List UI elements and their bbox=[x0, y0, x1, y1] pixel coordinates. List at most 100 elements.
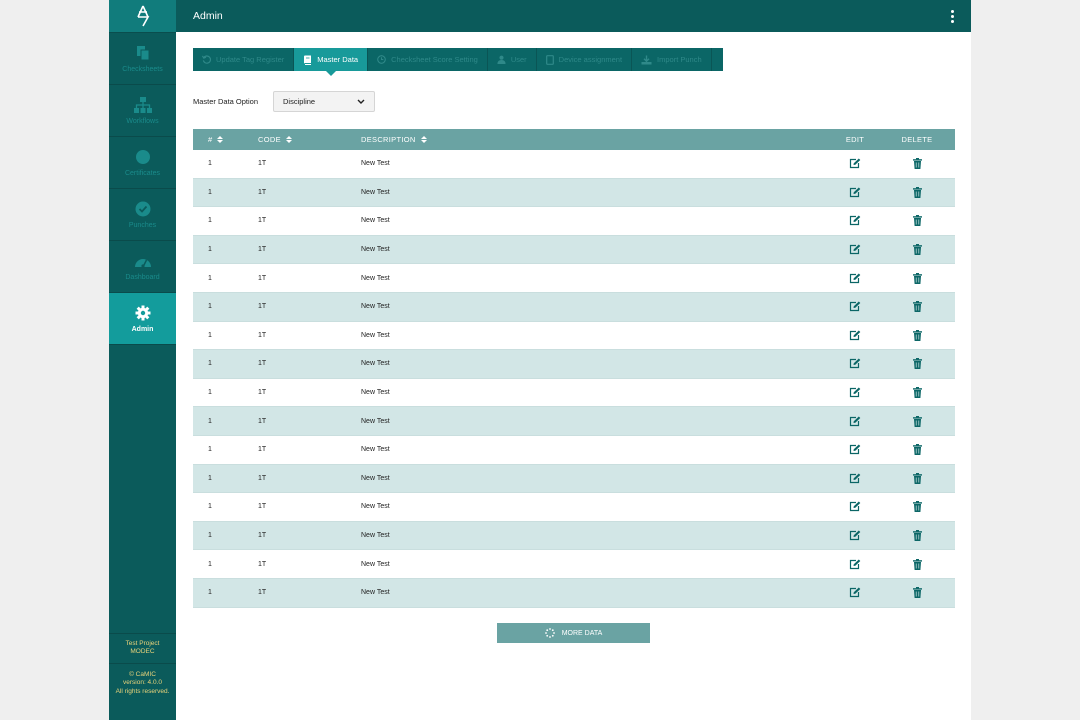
edit-icon[interactable] bbox=[831, 587, 879, 598]
sort-icon bbox=[420, 136, 427, 143]
table-header: # CODE DESCRIPTION EDIT DELETE bbox=[193, 129, 955, 150]
sidebar-item-label: Admin bbox=[131, 326, 154, 333]
trash-icon[interactable] bbox=[879, 444, 955, 456]
edit-icon[interactable] bbox=[831, 301, 879, 312]
master-data-option-select[interactable]: Discipline bbox=[273, 91, 375, 112]
trash-icon[interactable] bbox=[879, 558, 955, 570]
tab-update-tag-register[interactable]: Update Tag Register bbox=[193, 48, 295, 71]
column-header-delete: DELETE bbox=[901, 135, 933, 144]
trash-icon[interactable] bbox=[879, 158, 955, 170]
table-row: 1 1T New Test bbox=[193, 578, 955, 608]
table-row: 1 1T New Test bbox=[193, 292, 955, 322]
top-header: Admin bbox=[176, 0, 971, 32]
tab-device-assignment[interactable]: Device assignment bbox=[537, 48, 633, 71]
gear-icon bbox=[134, 304, 152, 322]
download-icon bbox=[641, 55, 652, 64]
sidebar-item-dashboard[interactable]: Dashboard bbox=[109, 241, 176, 293]
check-circle-icon bbox=[134, 200, 152, 218]
undo-icon bbox=[202, 55, 211, 64]
trash-icon[interactable] bbox=[879, 272, 955, 284]
cell-number: 1 bbox=[208, 217, 212, 225]
column-header-description[interactable]: DESCRIPTION bbox=[361, 135, 831, 144]
edit-icon[interactable] bbox=[831, 158, 879, 169]
app-window: Checksheets Workflows Certificates Punch… bbox=[109, 0, 971, 720]
edit-icon[interactable] bbox=[831, 559, 879, 570]
clock-icon bbox=[377, 55, 386, 64]
project-name: Test Project bbox=[125, 639, 160, 647]
select-value: Discipline bbox=[283, 97, 316, 106]
trash-icon[interactable] bbox=[879, 329, 955, 341]
edit-icon[interactable] bbox=[831, 187, 879, 198]
trash-icon[interactable] bbox=[879, 186, 955, 198]
edit-icon[interactable] bbox=[831, 444, 879, 455]
files-icon bbox=[134, 44, 152, 62]
trash-icon[interactable] bbox=[879, 358, 955, 370]
cell-number: 1 bbox=[208, 160, 212, 168]
trash-icon[interactable] bbox=[879, 244, 955, 256]
edit-icon[interactable] bbox=[831, 387, 879, 398]
cell-number: 1 bbox=[208, 274, 212, 282]
cell-description: New Test bbox=[361, 217, 390, 225]
table-row: 1 1T New Test bbox=[193, 550, 955, 579]
trash-icon[interactable] bbox=[879, 415, 955, 427]
sidebar-item-checksheets[interactable]: Checksheets bbox=[109, 33, 176, 85]
cell-description: New Test bbox=[361, 188, 390, 196]
column-header-number[interactable]: # bbox=[193, 135, 249, 144]
column-header-code[interactable]: CODE bbox=[249, 135, 361, 144]
table-row: 1 1T New Test bbox=[193, 350, 955, 379]
table-row: 1 1T New Test bbox=[193, 264, 955, 293]
cell-code: 1T bbox=[258, 217, 267, 225]
more-vertical-icon[interactable] bbox=[951, 9, 954, 23]
cell-code: 1T bbox=[258, 360, 267, 368]
master-data-option-row: Master Data Option Discipline bbox=[193, 91, 375, 112]
cell-code: 1T bbox=[258, 474, 267, 482]
trash-icon[interactable] bbox=[879, 215, 955, 227]
cell-description: New Test bbox=[361, 274, 390, 282]
table-row: 1 1T New Test bbox=[193, 464, 955, 494]
tab-user[interactable]: User bbox=[488, 48, 537, 71]
sidebar-item-punches[interactable]: Punches bbox=[109, 189, 176, 241]
cell-code: 1T bbox=[258, 560, 267, 568]
header-label: CODE bbox=[258, 135, 281, 144]
edit-icon[interactable] bbox=[831, 215, 879, 226]
cell-number: 1 bbox=[208, 360, 212, 368]
table-body: 1 1T New Test 1 1T New Test 1 1T New Test 1 1T New … bbox=[193, 150, 955, 608]
trash-icon[interactable] bbox=[879, 387, 955, 399]
edit-icon[interactable] bbox=[831, 530, 879, 541]
cell-code: 1T bbox=[258, 246, 267, 254]
sidebar-item-label: Certificates bbox=[124, 170, 160, 177]
edit-icon[interactable] bbox=[831, 330, 879, 341]
trash-icon[interactable] bbox=[879, 530, 955, 542]
header-label: # bbox=[208, 135, 213, 144]
sidebar-item-label: Checksheets bbox=[122, 66, 163, 73]
sidebar-item-workflows[interactable]: Workflows bbox=[109, 85, 176, 137]
tab-master-data[interactable]: Master Data bbox=[294, 48, 369, 76]
trash-icon[interactable] bbox=[879, 472, 955, 484]
more-data-button[interactable]: MORE DATA bbox=[497, 623, 650, 643]
cell-code: 1T bbox=[258, 417, 267, 425]
edit-icon[interactable] bbox=[831, 416, 879, 427]
cell-description: New Test bbox=[361, 246, 390, 254]
sidebar-item-admin[interactable]: Admin bbox=[109, 293, 176, 345]
tab-label: Master Data bbox=[317, 55, 359, 64]
user-icon bbox=[497, 55, 506, 64]
edit-icon[interactable] bbox=[831, 244, 879, 255]
cell-number: 1 bbox=[208, 532, 212, 540]
tab-label: User bbox=[510, 55, 527, 64]
app-logo[interactable] bbox=[109, 0, 176, 33]
tab-checksheet-score-setting[interactable]: Checksheet Score Setting bbox=[368, 48, 488, 71]
sidebar-item-certificates[interactable]: Certificates bbox=[109, 137, 176, 189]
table-row: 1 1T New Test bbox=[193, 521, 955, 551]
tab-import-punch[interactable]: Import Punch bbox=[632, 48, 712, 71]
cell-code: 1T bbox=[258, 389, 267, 397]
tablet-icon bbox=[545, 54, 554, 65]
edit-icon[interactable] bbox=[831, 358, 879, 369]
edit-icon[interactable] bbox=[831, 501, 879, 512]
trash-icon[interactable] bbox=[879, 501, 955, 513]
sidebar-footer: Test Project MODEC © CaMIC version: 4.0.… bbox=[109, 632, 176, 720]
edit-icon[interactable] bbox=[831, 473, 879, 484]
trash-icon[interactable] bbox=[879, 587, 955, 599]
trash-icon[interactable] bbox=[879, 301, 955, 313]
cell-number: 1 bbox=[208, 331, 212, 339]
edit-icon[interactable] bbox=[831, 273, 879, 284]
